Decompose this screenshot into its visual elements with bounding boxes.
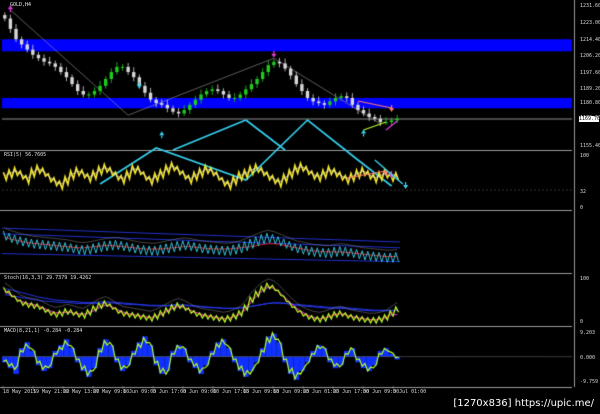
time-tick-label: 3 Jul 01:00 (393, 389, 427, 395)
price-tick-label: 1223.00 (580, 20, 600, 26)
subpanel-tick-label: -9.759 (580, 379, 599, 385)
rsi-title: RSI(5) 56.7605 (4, 152, 47, 158)
subpanel-tick-label: 100 (580, 153, 590, 159)
trading-chart-canvas[interactable] (0, 0, 600, 414)
time-tick-label: 18 May 2015 (3, 389, 37, 395)
macd-title: MACD(8,21,1) -0.284 -0.284 (4, 328, 83, 334)
subpanel-tick-label: 32 (580, 189, 587, 195)
price-tick-label: 1189.20 (580, 86, 600, 92)
price-tick-label: 1197.60 (580, 70, 600, 76)
subpanel-tick-label: 100 (580, 276, 590, 282)
stoch-title: Stoch(16,3,3) 29.7379 19.4262 (4, 275, 92, 281)
price-tick-label: 1180.80 (580, 100, 600, 106)
subpanel-tick-label: 0.000 (580, 355, 596, 361)
subpanel-tick-label: 0 (580, 319, 584, 325)
price-tick-label: 1214.40 (580, 37, 600, 43)
current-price-tag: 1169.76 (579, 116, 600, 122)
price-tick-label: 1231.60 (580, 3, 600, 9)
price-tick-label: 1206.20 (580, 53, 600, 59)
time-tick-label: 8 Jun 09:00 (183, 389, 217, 395)
subpanel-tick-label: 0 (580, 205, 584, 211)
symbol-label: GOLD,H4 (10, 2, 32, 8)
time-tick-label: 1 Jun 09:00 (123, 389, 157, 395)
subpanel-tick-label: 9.203 (580, 330, 596, 336)
time-tick-label: 3 Jun 17:00 (153, 389, 187, 395)
price-tick-label: 1155.40 (580, 143, 600, 149)
watermark: [1270x836] https://upic.me/ (453, 398, 594, 409)
